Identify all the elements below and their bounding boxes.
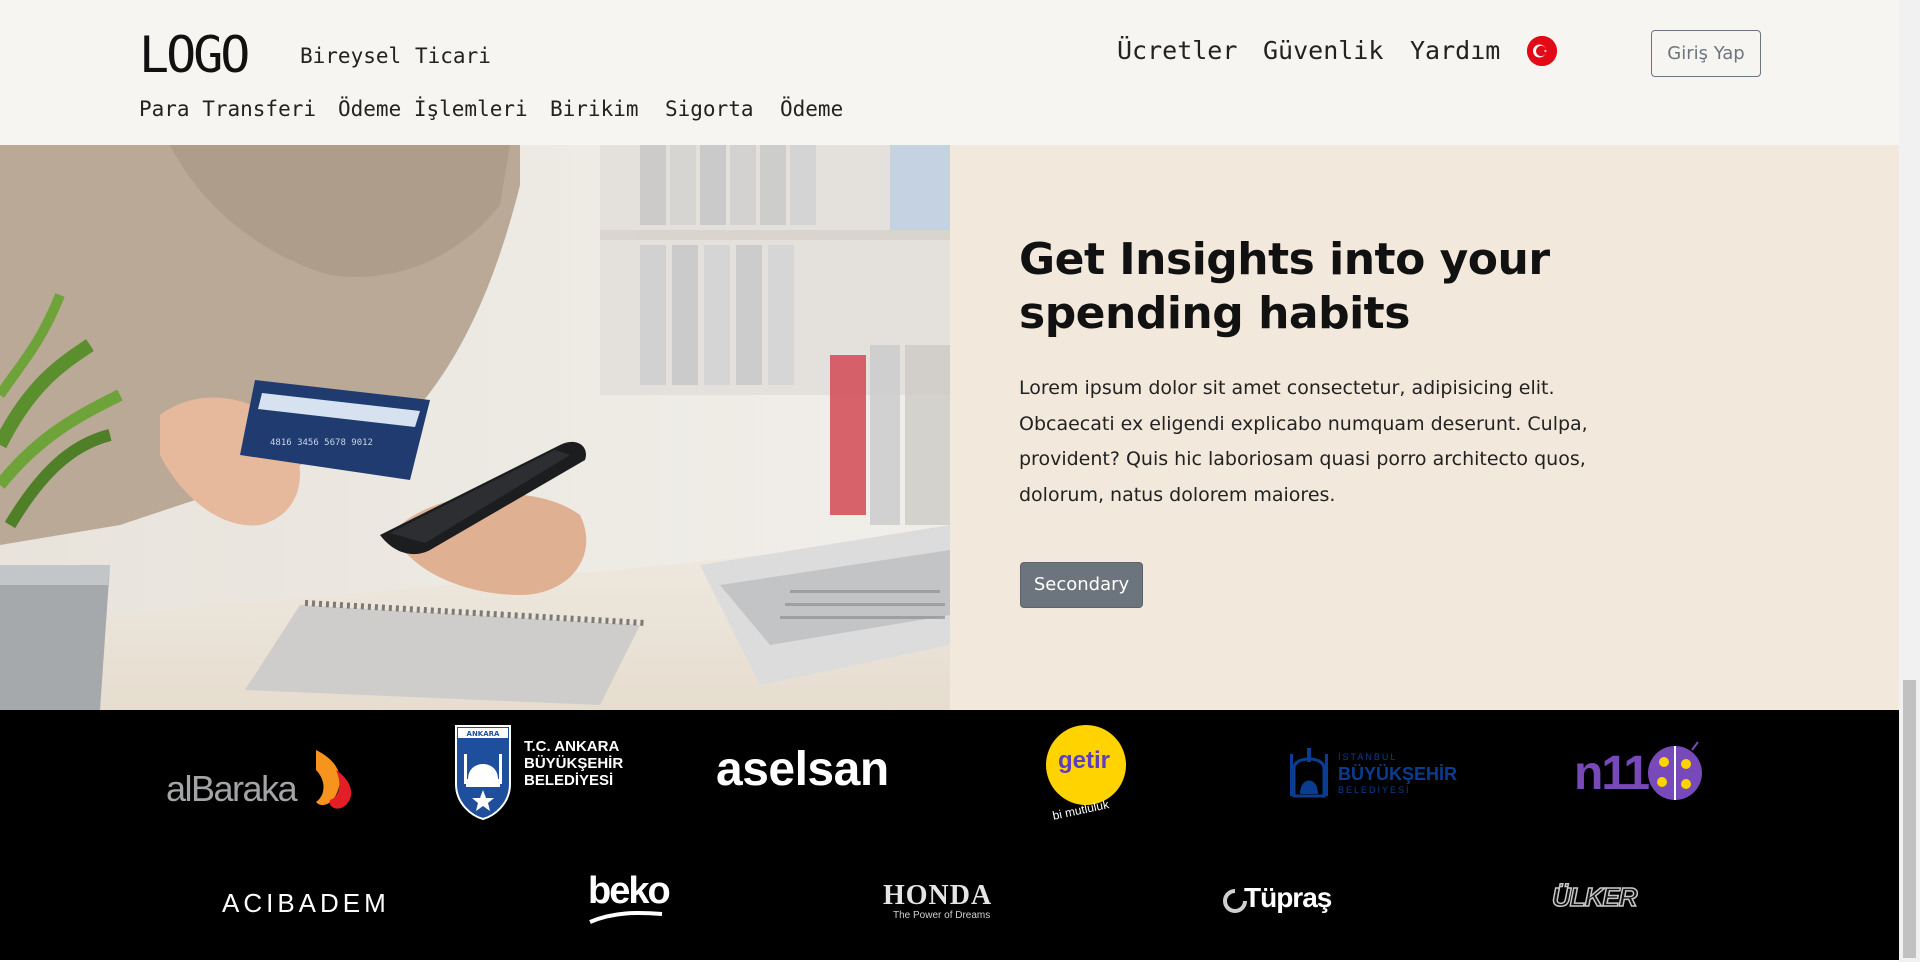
ankara-buyuksehir-logo: ANKARA T.C. ANKARA BÜYÜKŞEHİR BELEDİYESİ [454,724,634,820]
subnav-odeme-islemleri-link[interactable]: Ödeme İşlemleri [338,97,528,121]
turkey-flag-icon[interactable] [1527,36,1557,66]
ulker-logo: ÜLKER [1551,881,1638,913]
secondary-button[interactable]: Secondary [1020,562,1143,608]
subnav-sigorta-link[interactable]: Sigorta [665,97,754,121]
segment-ticari-link[interactable]: Ticari [415,44,491,68]
scrollbar-thumb[interactable] [1903,680,1916,958]
subnav-birikim-link[interactable]: Birikim [550,97,639,121]
segment-bireysel-link[interactable]: Bireysel [300,44,401,68]
subnav-odeme-link[interactable]: Ödeme [780,97,843,121]
istanbul-buyuksehir-logo: İSTANBUL BÜYÜKŞEHİR BELEDİYESİ [1288,738,1457,808]
ibb-mosque-icon [1290,748,1328,798]
ankara-shield-icon: ANKARA [455,725,511,820]
aselsan-logo: aselsan [716,743,889,796]
n11-logo: n11 [1574,740,1714,810]
partner-logos-strip: alBaraka ANKARA T.C. ANKARA BÜYÜKŞEHİR B… [0,710,1899,960]
nav-ucretler-link[interactable]: Ücretler [1117,36,1237,65]
nav-yardim-link[interactable]: Yardım [1410,36,1500,65]
site-header: LOGO Bireysel Ticari Ücretler Güvenlik Y… [0,0,1899,145]
svg-text:ANKARA: ANKARA [467,730,501,738]
tupras-logo: Tüpraş [1222,882,1332,922]
hero-body-text: Lorem ipsum dolor sit amet consectetur, … [1019,377,1588,506]
honda-logo: HONDA The Power of Dreams [883,880,993,921]
n11-ladybug-icon [1648,741,1702,800]
svg-text:4816 3456 5678 9012: 4816 3456 5678 9012 [270,438,373,448]
hero-title: Get Insights into your spending habits [1019,234,1550,339]
hero-panel: Get Insights into your spending habits L… [950,145,1899,710]
login-button[interactable]: Giriş Yap [1651,30,1761,77]
albaraka-flame-icon [316,750,352,809]
hero-image: 4816 3456 5678 9012 [0,145,950,710]
page-scrollbar[interactable] [1899,0,1920,962]
nav-guvenlik-link[interactable]: Güvenlik [1263,36,1383,65]
site-logo[interactable]: LOGO [139,25,250,85]
acibadem-logo: ACIBADEM [222,888,390,918]
beko-logo: beko [588,870,678,930]
getir-logo: getir bi mutluluk [1046,725,1130,825]
albaraka-logo: alBaraka [166,750,366,815]
beko-swoosh-icon [589,910,663,924]
subnav-para-transferi-link[interactable]: Para Transferi [139,97,316,121]
